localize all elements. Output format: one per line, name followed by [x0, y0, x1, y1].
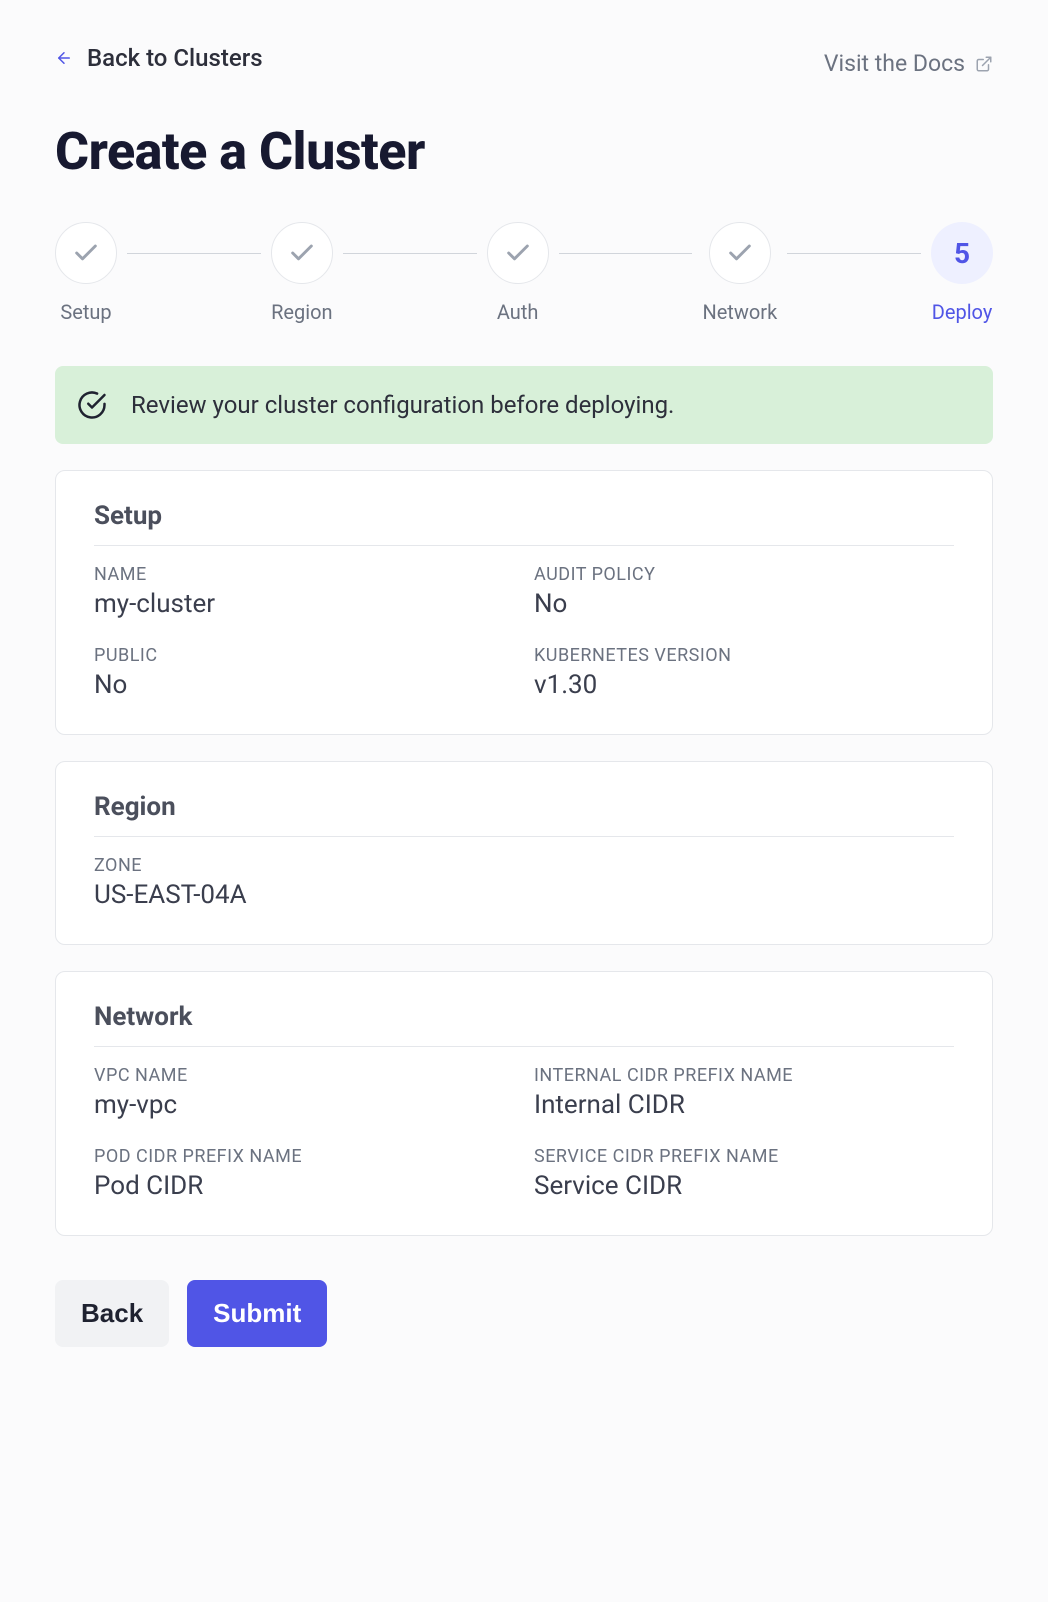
field-label: POD CIDR PREFIX NAME: [94, 1146, 514, 1167]
check-icon: [504, 239, 532, 267]
page-title: Create a Cluster: [55, 121, 993, 182]
field-audit-policy: AUDIT POLICY No: [534, 564, 954, 619]
field-label: KUBERNETES VERSION: [534, 645, 954, 666]
step-label: Network: [702, 300, 777, 324]
field-value: US-EAST-04A: [94, 880, 954, 910]
check-icon: [288, 239, 316, 267]
back-to-clusters-link[interactable]: Back to Clusters: [55, 44, 263, 72]
step-connector: [787, 253, 921, 254]
field-label: SERVICE CIDR PREFIX NAME: [534, 1146, 954, 1167]
docs-link-label: Visit the Docs: [824, 50, 965, 77]
step-deploy[interactable]: 5 Deploy: [931, 222, 993, 324]
field-vpc-name: VPC NAME my-vpc: [94, 1065, 514, 1120]
step-label: Setup: [60, 300, 111, 324]
step-network[interactable]: Network: [702, 222, 777, 324]
field-value: my-vpc: [94, 1090, 514, 1120]
card-title: Region: [94, 792, 954, 837]
field-zone: ZONE US-EAST-04A: [94, 855, 954, 910]
wizard-footer-actions: Back Submit: [55, 1280, 993, 1347]
card-title: Setup: [94, 501, 954, 546]
wizard-stepper: Setup Region Auth Network 5 Deploy: [55, 222, 993, 324]
external-link-icon: [975, 55, 993, 73]
field-value: No: [534, 589, 954, 619]
field-value: Pod CIDR: [94, 1171, 514, 1201]
back-link-label: Back to Clusters: [87, 44, 263, 72]
step-label: Auth: [497, 300, 539, 324]
field-label: INTERNAL CIDR PREFIX NAME: [534, 1065, 954, 1086]
step-connector: [343, 253, 477, 254]
step-connector: [559, 253, 693, 254]
field-value: Internal CIDR: [534, 1090, 954, 1120]
field-label: NAME: [94, 564, 514, 585]
field-internal-cidr: INTERNAL CIDR PREFIX NAME Internal CIDR: [534, 1065, 954, 1120]
check-circle-icon: [77, 390, 107, 420]
field-label: VPC NAME: [94, 1065, 514, 1086]
field-pod-cidr: POD CIDR PREFIX NAME Pod CIDR: [94, 1146, 514, 1201]
step-label: Deploy: [932, 300, 993, 324]
review-alert: Review your cluster configuration before…: [55, 366, 993, 444]
step-setup[interactable]: Setup: [55, 222, 117, 324]
field-service-cidr: SERVICE CIDR PREFIX NAME Service CIDR: [534, 1146, 954, 1201]
field-value: No: [94, 670, 514, 700]
check-icon: [726, 239, 754, 267]
card-title: Network: [94, 1002, 954, 1047]
field-value: v1.30: [534, 670, 954, 700]
field-kubernetes-version: KUBERNETES VERSION v1.30: [534, 645, 954, 700]
summary-card-network: Network VPC NAME my-vpc INTERNAL CIDR PR…: [55, 971, 993, 1236]
alert-text: Review your cluster configuration before…: [131, 391, 674, 419]
arrow-left-icon: [55, 49, 73, 67]
field-public: PUBLIC No: [94, 645, 514, 700]
step-label: Region: [271, 300, 332, 324]
field-value: Service CIDR: [534, 1171, 954, 1201]
field-name: NAME my-cluster: [94, 564, 514, 619]
field-label: AUDIT POLICY: [534, 564, 954, 585]
submit-button[interactable]: Submit: [187, 1280, 327, 1347]
visit-docs-link[interactable]: Visit the Docs: [824, 50, 993, 77]
summary-card-region: Region ZONE US-EAST-04A: [55, 761, 993, 945]
step-number: 5: [931, 222, 993, 284]
field-label: ZONE: [94, 855, 954, 876]
field-label: PUBLIC: [94, 645, 514, 666]
step-region[interactable]: Region: [271, 222, 333, 324]
step-connector: [127, 253, 261, 254]
back-button[interactable]: Back: [55, 1280, 169, 1347]
summary-card-setup: Setup NAME my-cluster AUDIT POLICY No PU…: [55, 470, 993, 735]
step-auth[interactable]: Auth: [487, 222, 549, 324]
field-value: my-cluster: [94, 589, 514, 619]
check-icon: [72, 239, 100, 267]
